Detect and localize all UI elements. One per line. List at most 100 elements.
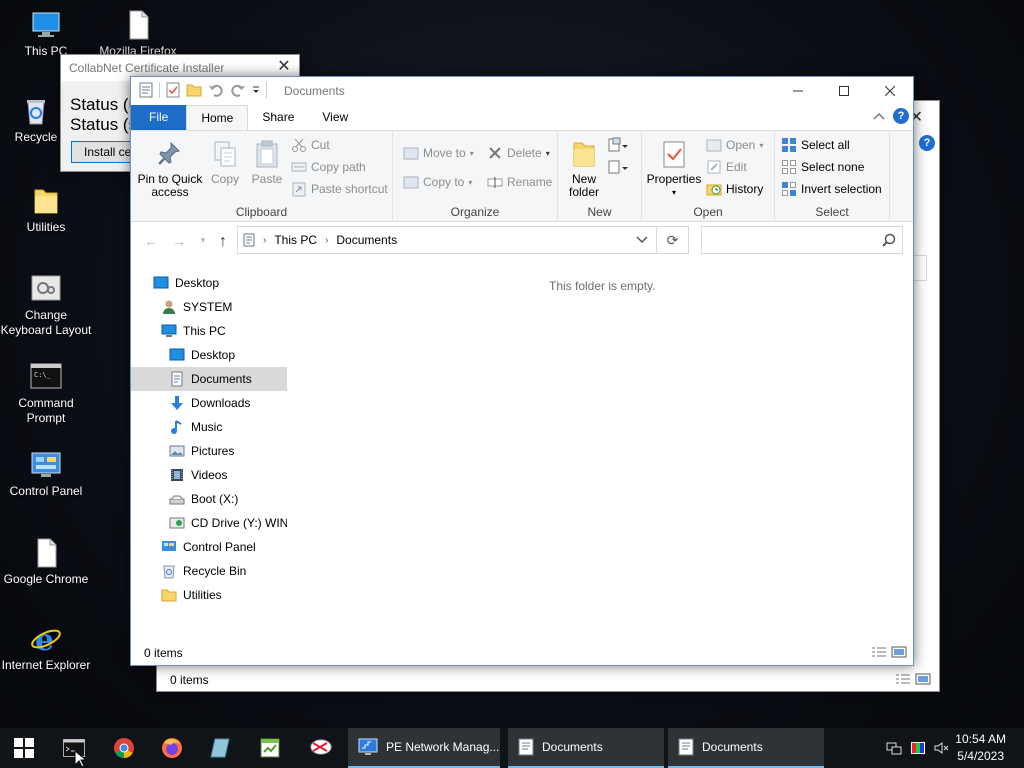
paste-shortcut-label: Paste shortcut [311, 182, 388, 196]
help-icon[interactable]: ? [893, 108, 909, 124]
taskbar-task-documents-1[interactable]: Documents [508, 728, 664, 768]
delete-button[interactable]: Delete ▾ [487, 143, 550, 163]
details-view-icon[interactable] [895, 673, 911, 685]
taskbar-task-network-manager[interactable]: PE Network Manag... [348, 728, 500, 768]
volume-muted-icon[interactable] [934, 740, 950, 756]
details-view-icon[interactable] [871, 646, 887, 658]
taskbar-firefox[interactable] [148, 728, 196, 768]
select-all-icon [781, 137, 797, 153]
select-all-button[interactable]: Select all [781, 135, 850, 155]
copy-button[interactable]: Copy [205, 139, 245, 186]
nav-item-boot-drive[interactable]: Boot (X:) [169, 487, 287, 511]
nav-item-utilities[interactable]: Utilities [161, 583, 287, 607]
breadcrumb-this-pc[interactable]: This PC [274, 233, 317, 247]
nav-item-recycle-bin[interactable]: Recycle Bin [161, 559, 287, 583]
folder-icon [161, 587, 177, 603]
nav-item-desktop[interactable]: Desktop [153, 271, 287, 295]
maximize-button[interactable] [821, 77, 867, 105]
document-icon [121, 8, 155, 42]
nav-item-desktop-sub[interactable]: Desktop [169, 343, 287, 367]
cut-button[interactable]: Cut [291, 135, 330, 155]
new-item-button[interactable] [608, 135, 628, 155]
paste-shortcut-button[interactable]: Paste shortcut [291, 179, 388, 199]
forward-arrow-icon[interactable]: → [169, 233, 189, 251]
rename-button[interactable]: Rename [487, 172, 552, 192]
nav-item-this-pc[interactable]: This PC [161, 319, 287, 343]
network-tray-icon[interactable] [886, 740, 902, 756]
taskbar-task-documents-2[interactable]: Documents [668, 728, 824, 768]
history-button[interactable]: History [706, 179, 763, 199]
new-folder-button[interactable]: New folder [562, 139, 606, 199]
desktop-icon-mozilla-firefox[interactable]: Mozilla Firefox [92, 8, 184, 59]
tab-home[interactable]: Home [186, 105, 249, 130]
desktop-icon-utilities[interactable]: Utilities [0, 184, 92, 235]
tab-share[interactable]: Share [248, 105, 308, 130]
open-button[interactable]: Open ▾ [706, 135, 763, 155]
close-button[interactable] [867, 77, 913, 105]
select-group-label: Select [815, 205, 849, 219]
taskbar-chrome[interactable] [100, 728, 148, 768]
properties-qat-icon[interactable] [166, 82, 180, 98]
desktop-icon-change-keyboard-layout[interactable]: Change Keyboard Layout [0, 272, 92, 338]
move-to-dropdown-icon: ▾ [469, 148, 474, 158]
copy-path-button[interactable]: Copy path [291, 157, 366, 177]
tab-file[interactable]: File [131, 105, 187, 130]
copy-to-button[interactable]: Copy to ▾ [403, 172, 472, 192]
undo-icon[interactable] [208, 83, 224, 97]
redo-icon[interactable] [230, 83, 246, 97]
nav-item-downloads[interactable]: Downloads [169, 391, 287, 415]
desktop-icon-command-prompt[interactable]: C:\_ Command Prompt [0, 360, 92, 426]
back-arrow-icon[interactable]: ← [141, 233, 161, 251]
search-icon [882, 233, 896, 247]
desktop-icon-label: Control Panel [9, 484, 83, 498]
new-folder-qat-icon[interactable] [186, 83, 202, 97]
desktop-icon-this-pc[interactable]: This PC [0, 8, 92, 59]
nav-item-music[interactable]: Music [169, 415, 287, 439]
search-input[interactable] [702, 227, 872, 253]
color-settings-tray-icon[interactable] [910, 740, 926, 756]
desktop-icon-google-chrome[interactable]: Google Chrome [0, 536, 92, 587]
invert-selection-button[interactable]: Invert selection [781, 179, 882, 199]
desktop-icon-control-panel[interactable]: Control Panel [0, 448, 92, 499]
recent-locations-chevron-icon[interactable]: ▾ [193, 235, 213, 253]
taskbar-snipping-tool[interactable] [296, 728, 346, 768]
nav-item-pictures[interactable]: Pictures [169, 439, 287, 463]
properties-button[interactable]: Properties ▾ [646, 139, 702, 199]
customize-qat-chevron-icon[interactable] [252, 85, 260, 95]
breadcrumb-documents[interactable]: Documents [336, 233, 397, 247]
address-bar[interactable]: › This PC › Documents [237, 226, 657, 254]
background-help-icon[interactable]: ? [919, 135, 935, 151]
nav-item-system[interactable]: SYSTEM [161, 295, 287, 319]
up-arrow-icon[interactable]: ↑ [213, 233, 233, 251]
large-icons-view-icon[interactable] [891, 646, 907, 658]
large-icons-view-icon[interactable] [915, 673, 931, 685]
nav-item-videos[interactable]: Videos [169, 463, 287, 487]
collapse-ribbon-chevron-icon[interactable] [873, 112, 885, 120]
desktop-icon-internet-explorer[interactable]: e Internet Explorer [0, 622, 92, 673]
move-to-button[interactable]: Move to ▾ [403, 143, 474, 163]
nav-item-cd-drive[interactable]: CD Drive (Y:) WIN [169, 511, 287, 535]
start-button[interactable] [0, 728, 48, 768]
paste-button[interactable]: Paste [247, 139, 287, 186]
refresh-button[interactable]: ⟳ [657, 226, 689, 254]
nav-item-documents[interactable]: Documents [131, 367, 287, 391]
taskbar-clock[interactable]: 10:54 AM 5/4/2023 [955, 731, 1006, 765]
tab-view[interactable]: View [308, 105, 362, 130]
select-none-button[interactable]: Select none [781, 157, 864, 177]
nav-item-label: Videos [191, 468, 228, 482]
taskbar-app-tile[interactable] [196, 728, 244, 768]
clock-date: 5/4/2023 [957, 749, 1004, 763]
computer-icon [29, 8, 63, 42]
desktop-icon [169, 347, 185, 363]
easy-access-button[interactable] [608, 157, 628, 177]
nav-item-control-panel[interactable]: Control Panel [161, 535, 287, 559]
pin-to-quick-access-button[interactable]: Pin to Quick access [137, 139, 203, 199]
edit-button[interactable]: Edit [706, 157, 747, 177]
address-history-chevron-icon[interactable] [636, 236, 648, 244]
search-box[interactable] [701, 226, 903, 254]
properties-dropdown-icon: ▾ [671, 188, 676, 197]
editor-icon [260, 738, 280, 758]
taskbar-editor[interactable] [246, 728, 294, 768]
collabnet-close-button[interactable]: ✕ [275, 58, 293, 76]
minimize-button[interactable] [775, 77, 821, 105]
